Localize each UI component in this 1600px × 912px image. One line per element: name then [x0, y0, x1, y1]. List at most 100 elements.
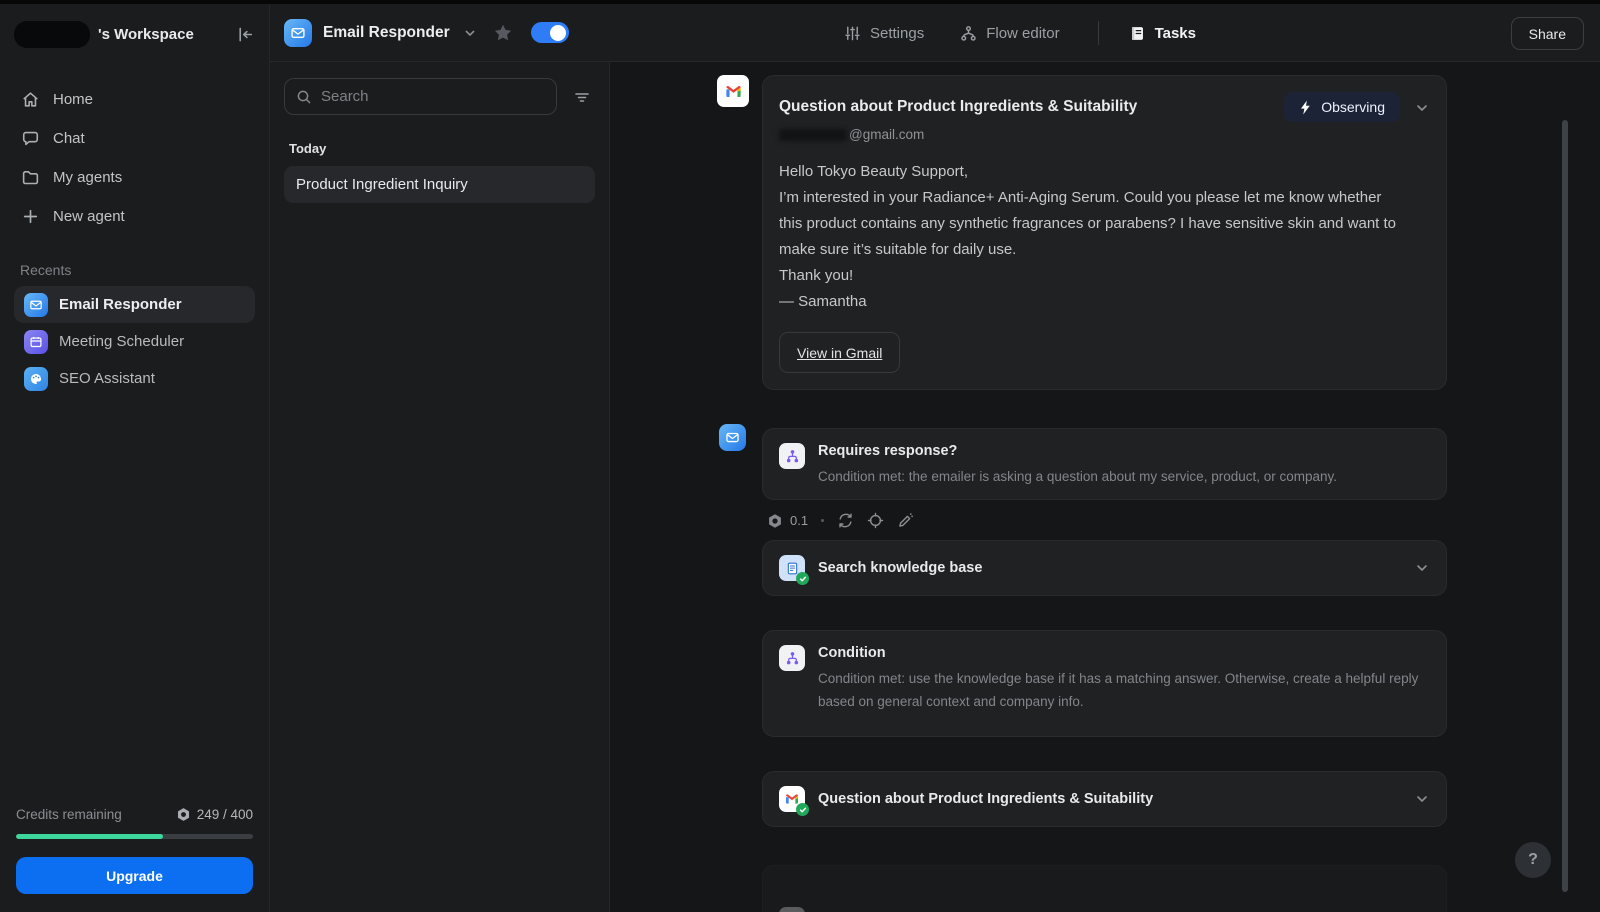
- sidebar-item-label: My agents: [53, 169, 122, 186]
- flow-editor-icon: [960, 25, 977, 42]
- step-title: Condition: [818, 645, 1430, 661]
- sidebar-item-label: Chat: [53, 130, 85, 147]
- seo-assistant-icon: [24, 367, 48, 391]
- expand-chevron-down-icon[interactable]: [1414, 560, 1430, 576]
- lightning-bolt-icon: [1299, 100, 1312, 115]
- meeting-scheduler-icon: [24, 330, 48, 354]
- sidebar-item-chat[interactable]: Chat: [14, 119, 255, 158]
- filter-icon[interactable]: [569, 84, 595, 110]
- task-list-item[interactable]: Product Ingredient Inquiry: [284, 166, 595, 203]
- step-title: Question about Product Ingredients & Sui…: [818, 791, 1153, 807]
- edit-pen-icon[interactable]: [897, 512, 914, 529]
- toggle-knob: [550, 25, 566, 41]
- task-title: Product Ingredient Inquiry: [296, 176, 468, 193]
- topbar-tabs: Settings Flow editor Tasks: [844, 4, 1196, 62]
- workspace-row[interactable]: 's Workspace: [14, 18, 255, 50]
- credit-coin-icon: [767, 513, 783, 529]
- gmail-icon: [717, 75, 749, 107]
- tab-label: Flow editor: [986, 25, 1059, 42]
- recents-label: Recents: [20, 262, 249, 278]
- email-body-line: I’m interested in your Radiance+ Anti-Ag…: [779, 185, 1407, 263]
- condition-icon: [779, 645, 805, 671]
- tab-tasks[interactable]: Tasks: [1129, 25, 1196, 42]
- sidebar-item-my-agents[interactable]: My agents: [14, 158, 255, 197]
- settings-sliders-icon: [844, 25, 861, 42]
- sidebar-item-home[interactable]: Home: [14, 80, 255, 119]
- step-subtitle: Condition met: use the knowledge base if…: [818, 667, 1430, 713]
- rerun-icon[interactable]: [837, 512, 854, 529]
- sender-domain: @gmail.com: [849, 127, 924, 142]
- tab-settings[interactable]: Settings: [844, 25, 924, 42]
- topbar-divider: [1098, 21, 1099, 45]
- observing-status-badge[interactable]: Observing: [1284, 92, 1400, 122]
- share-button[interactable]: Share: [1511, 17, 1584, 50]
- agent-name: Email Responder: [323, 24, 450, 42]
- credits-value: 249 / 400: [176, 807, 253, 822]
- right-column: Email Responder Settings Flow editor: [270, 4, 1600, 912]
- condition-icon: [779, 443, 805, 469]
- task-group-label: Today: [289, 141, 590, 156]
- topbar: Email Responder Settings Flow editor: [270, 4, 1600, 62]
- workspace-name-suffix: 's Workspace: [98, 26, 194, 43]
- help-button[interactable]: ?: [1515, 842, 1551, 878]
- sidebar-nav: Home Chat My agents New agent: [14, 80, 255, 236]
- recent-item-meeting-scheduler[interactable]: Meeting Scheduler: [14, 323, 255, 360]
- email-body-line: Hello Tokyo Beauty Support,: [779, 159, 1407, 185]
- search-input[interactable]: [321, 88, 545, 105]
- step-gmail-thread-partial[interactable]: Gmail Thread: Question about Produ: [762, 865, 1447, 912]
- step-texts: Condition Condition met: use the knowled…: [818, 645, 1430, 713]
- step-condition[interactable]: Condition Condition met: use the knowled…: [762, 630, 1447, 737]
- recent-item-label: SEO Assistant: [59, 370, 155, 387]
- task-detail-canvas: Question about Product Ingredients & Sui…: [610, 62, 1600, 912]
- collapse-sidebar-icon[interactable]: [236, 25, 255, 44]
- recent-item-seo-assistant[interactable]: SEO Assistant: [14, 360, 255, 397]
- step-subtitle: Condition met: the emailer is asking a q…: [818, 465, 1337, 488]
- email-card-header: Question about Product Ingredients & Sui…: [779, 92, 1430, 122]
- agent-icon: [284, 19, 312, 47]
- recent-item-label: Email Responder: [59, 296, 182, 313]
- credits-progress-fill: [16, 834, 163, 839]
- step-search-knowledge-base[interactable]: Search knowledge base: [762, 540, 1447, 596]
- search-box[interactable]: [284, 78, 557, 115]
- email-card: Question about Product Ingredients & Sui…: [762, 75, 1447, 390]
- email-body-line: — Samantha: [779, 289, 1407, 315]
- agent-enabled-toggle[interactable]: [531, 22, 569, 43]
- gmail-icon: [779, 786, 805, 812]
- credits-row: Credits remaining 249 / 400: [14, 807, 255, 822]
- sender-name-redacted: [779, 129, 847, 141]
- email-subject: Question about Product Ingredients & Sui…: [779, 92, 1137, 116]
- workspace-name-redacted: [14, 21, 90, 48]
- step-email-result[interactable]: Question about Product Ingredients & Sui…: [762, 771, 1447, 827]
- email-card-chevron-down-icon[interactable]: [1414, 100, 1430, 116]
- email-body-line: Thank you!: [779, 263, 1407, 289]
- agent-chevron-down-icon[interactable]: [463, 26, 477, 40]
- agent-selector[interactable]: Email Responder: [284, 19, 477, 47]
- recent-item-email-responder[interactable]: Email Responder: [14, 286, 255, 323]
- step-meta-row: 0.1: [767, 512, 914, 529]
- step-title: Requires response?: [818, 443, 1337, 459]
- email-body: Hello Tokyo Beauty Support, I’m interest…: [779, 159, 1407, 315]
- plus-icon: [20, 207, 40, 226]
- step-requires-response[interactable]: Requires response? Condition met: the em…: [762, 428, 1447, 500]
- view-in-gmail-button[interactable]: View in Gmail: [779, 332, 900, 373]
- upgrade-button[interactable]: Upgrade: [16, 857, 253, 894]
- check-badge-icon: [796, 572, 809, 585]
- sidebar-item-label: New agent: [53, 208, 125, 225]
- step-texts: Requires response? Condition met: the em…: [818, 443, 1337, 488]
- focus-target-icon[interactable]: [867, 512, 884, 529]
- tab-flow-editor[interactable]: Flow editor: [960, 25, 1059, 42]
- scrollbar-thumb[interactable]: [1562, 120, 1568, 892]
- check-badge-icon: [796, 803, 809, 816]
- credits-used: 0.1: [767, 513, 808, 529]
- sidebar-item-new-agent[interactable]: New agent: [14, 197, 255, 236]
- expand-chevron-down-icon[interactable]: [1414, 791, 1430, 807]
- app: 's Workspace Home Chat: [0, 4, 1600, 912]
- search-row: [284, 78, 595, 115]
- recent-item-label: Meeting Scheduler: [59, 333, 184, 350]
- folder-icon: [20, 168, 40, 187]
- content-row: Today Product Ingredient Inquiry Questio…: [270, 62, 1600, 912]
- dot-separator: [821, 519, 824, 522]
- chat-icon: [20, 129, 40, 148]
- email-responder-icon: [24, 293, 48, 317]
- favorite-star-icon[interactable]: [493, 23, 513, 43]
